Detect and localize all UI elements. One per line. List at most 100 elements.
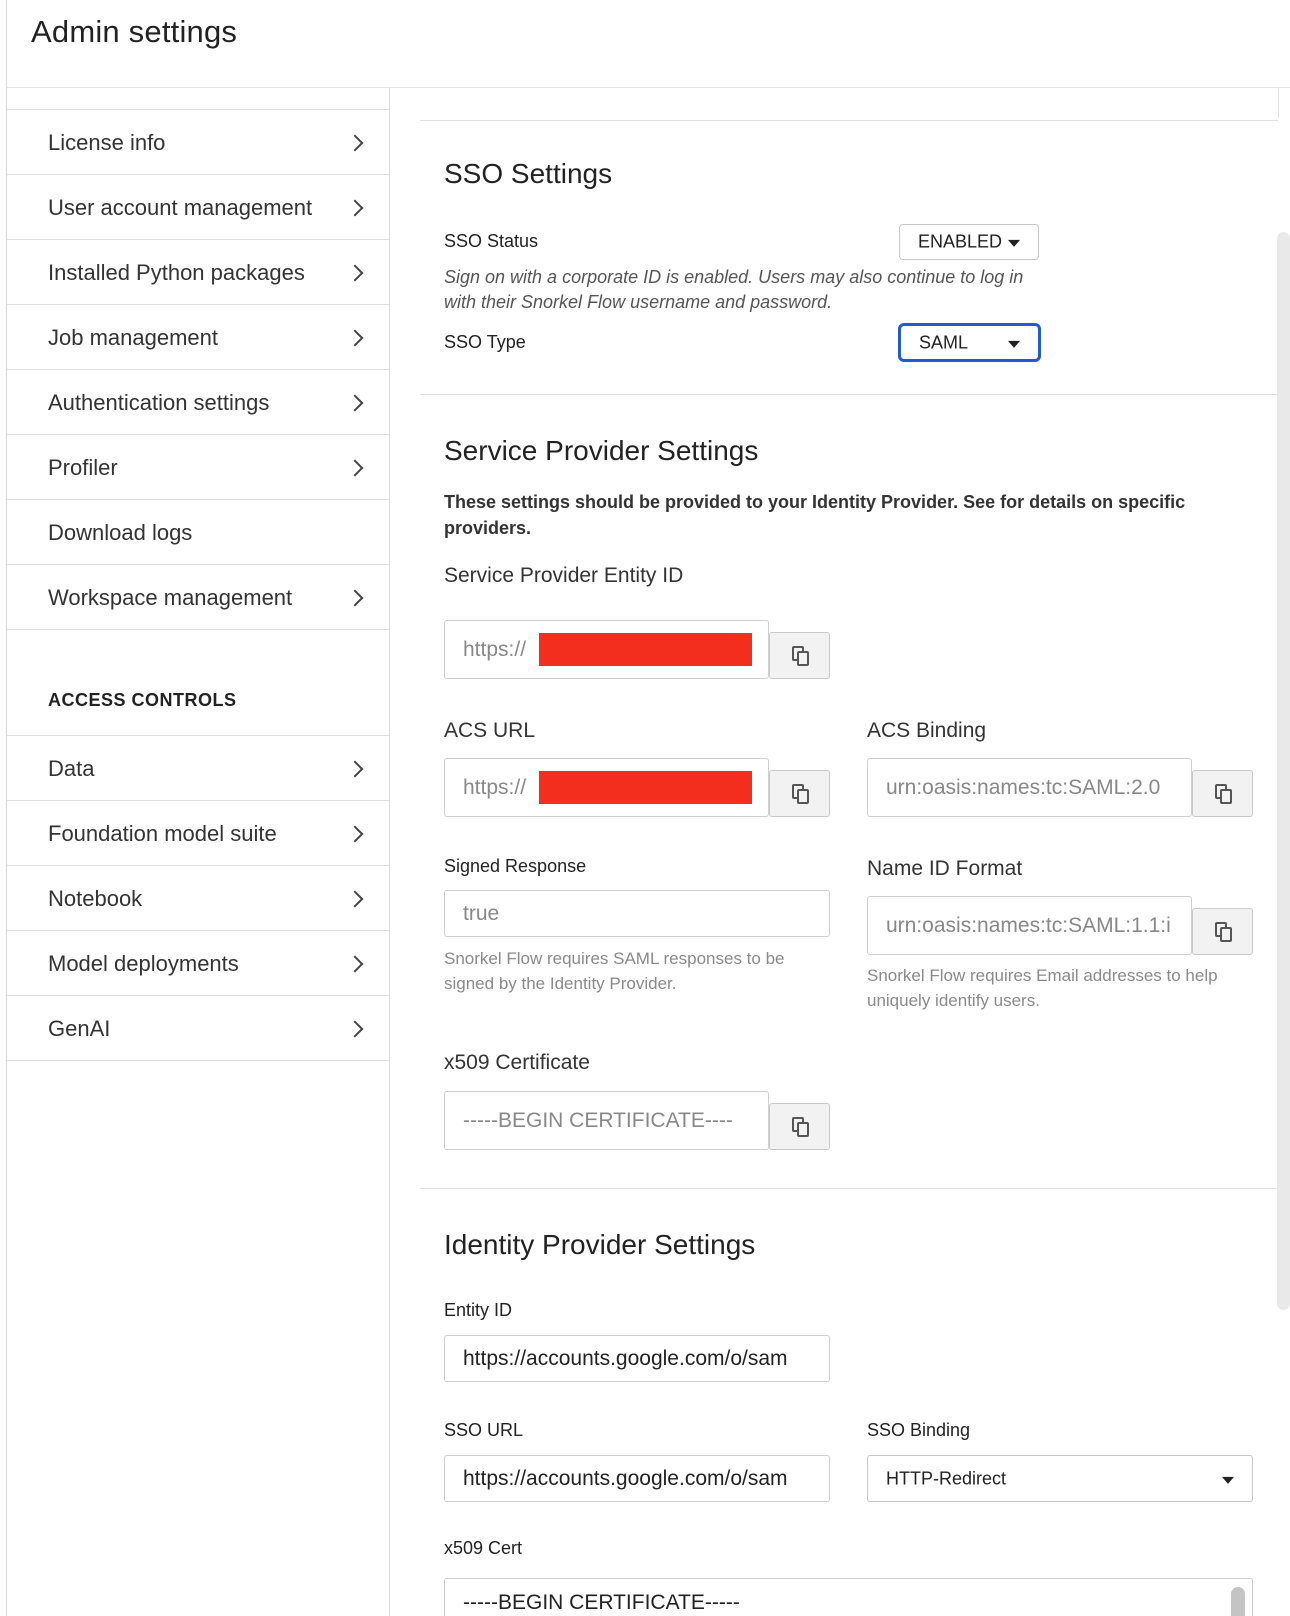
sso-status-select[interactable]: ENABLED [899,224,1039,260]
chevron-right-icon [346,760,364,778]
sidebar-item-workspace-management[interactable]: Workspace management [7,564,389,631]
x509-cert-label: x509 Cert [444,1538,523,1558]
sidebar-item-label: Profiler [48,455,118,480]
sidebar-item-label: Authentication settings [48,390,270,415]
settings-main: SSO Settings SSO Status ENABLED Sign on … [390,88,1290,1616]
x509-certificate-field[interactable]: -----BEGIN CERTIFICATE---- [444,1091,769,1150]
sso-status-label: SSO Status [444,231,539,251]
chevron-right-icon [346,329,364,347]
x509-certificate-label: x509 Certificate [444,1051,590,1074]
chevron-right-icon [346,955,364,973]
copy-icon [1215,922,1233,942]
sso-status-help: Sign on with a corporate ID is enabled. … [444,267,1024,312]
x509-cert-textarea[interactable]: -----BEGIN CERTIFICATE----- [444,1578,1253,1616]
sidebar-item-job-management[interactable]: Job management [7,304,389,371]
sidebar-item-label: Job management [48,325,218,350]
sidebar-item-profiler[interactable]: Profiler [7,434,389,501]
page-header: Admin settings [7,0,1290,88]
sidebar-item-label: Model deployments [48,951,239,976]
sidebar-item-data[interactable]: Data [7,735,389,802]
copy-x509-certificate-button[interactable] [769,1103,830,1150]
sidebar-item-label: Foundation model suite [48,821,277,846]
idp-entity-id-input[interactable]: https://accounts.google.com/o/sam [444,1335,830,1382]
panel-edge [1278,88,1279,118]
idp-entity-id-label: Entity ID [444,1300,513,1320]
redaction-box [539,633,752,666]
acs-binding-field[interactable]: urn:oasis:names:tc:SAML:2.0 [867,758,1192,817]
copy-icon [1215,784,1233,804]
sidebar-item-license-info[interactable]: License info [7,109,389,176]
sidebar-item-download-logs[interactable]: Download logs [7,499,389,566]
sidebar-item-label: Workspace management [48,585,293,610]
service-provider-note: These settings should be provided to you… [444,492,1186,538]
chevron-right-icon [346,890,364,908]
caret-down-icon [1008,340,1020,348]
sso-binding-select[interactable]: HTTP-Redirect [867,1455,1253,1502]
service-provider-title: Service Provider Settings [444,435,759,466]
copy-icon [792,784,810,804]
copy-icon [792,1117,810,1137]
redaction-box [539,771,752,804]
chevron-right-icon [346,459,364,477]
sidebar-item-foundation-model-suite[interactable]: Foundation model suite [7,800,389,867]
sidebar-item-authentication-settings[interactable]: Authentication settings [7,369,389,436]
acs-url-field[interactable]: https:// [444,758,769,817]
sso-type-select[interactable]: SAML [898,323,1041,362]
sso-type-label: SSO Type [444,332,526,352]
name-id-format-label: Name ID Format [867,857,1023,880]
sidebar-item-label: User account management [48,195,313,220]
sidebar-item-label: Data [48,756,95,781]
sso-binding-label: SSO Binding [867,1420,971,1440]
idp-entity-id-value: https://accounts.google.com/o/sam [463,1346,788,1370]
sp-entity-id-value: https:// [463,637,527,661]
sidebar-item-label: GenAI [48,1016,111,1041]
sidebar-divider [7,1060,389,1061]
sidebar-item-installed-python-packages[interactable]: Installed Python packages [7,239,389,306]
section-divider [420,394,1278,395]
chevron-right-icon [346,394,364,412]
x509-cert-value: -----BEGIN CERTIFICATE----- [463,1591,740,1614]
copy-acs-url-button[interactable] [769,770,830,817]
copy-name-id-format-button[interactable] [1192,908,1253,955]
chevron-right-icon [346,1020,364,1038]
chevron-right-icon [346,589,364,607]
chevron-right-icon [346,134,364,152]
sso-url-input[interactable]: https://accounts.google.com/o/sam [444,1455,830,1502]
access-controls-heading: ACCESS CONTROLS [48,690,237,710]
section-divider [420,120,1278,121]
identity-provider-title: Identity Provider Settings [444,1229,756,1260]
page-title: Admin settings [31,14,238,49]
x509-certificate-value: -----BEGIN CERTIFICATE---- [463,1108,733,1132]
copy-acs-binding-button[interactable] [1192,770,1253,817]
sidebar-item-notebook[interactable]: Notebook [7,865,389,932]
section-divider [420,1188,1278,1189]
signed-response-label: Signed Response [444,856,587,876]
acs-binding-label: ACS Binding [867,719,987,742]
sso-type-value: SAML [919,332,969,352]
signed-response-value: true [463,901,500,925]
sso-binding-value: HTTP-Redirect [886,1468,1007,1488]
sso-url-label: SSO URL [444,1420,524,1440]
signed-response-help: Snorkel Flow requires SAML responses to … [444,949,785,993]
caret-down-icon [1008,239,1020,247]
textarea-scrollbar[interactable] [1231,1587,1245,1616]
chevron-right-icon [346,825,364,843]
sp-entity-id-field[interactable]: https:// [444,620,769,679]
sidebar-item-label: Notebook [48,886,143,911]
sso-url-value: https://accounts.google.com/o/sam [463,1466,788,1490]
name-id-format-help: Snorkel Flow requires Email addresses to… [867,966,1218,1010]
sidebar-item-user-account-management[interactable]: User account management [7,174,389,241]
sso-settings-title: SSO Settings [444,158,613,189]
sidebar-item-model-deployments[interactable]: Model deployments [7,930,389,997]
copy-sp-entity-id-button[interactable] [769,632,830,679]
sidebar-divider [7,629,389,630]
signed-response-field[interactable]: true [444,890,830,937]
acs-url-label: ACS URL [444,719,536,742]
chevron-right-icon [346,264,364,282]
name-id-format-field[interactable]: urn:oasis:names:tc:SAML:1.1:i [867,896,1192,955]
acs-binding-value: urn:oasis:names:tc:SAML:2.0 [886,775,1161,799]
sidebar-item-genai[interactable]: GenAI [7,995,389,1062]
sidebar-item-label: License info [48,130,166,155]
sidebar-item-label: Download logs [48,520,193,545]
page-scrollbar[interactable] [1277,232,1290,1310]
